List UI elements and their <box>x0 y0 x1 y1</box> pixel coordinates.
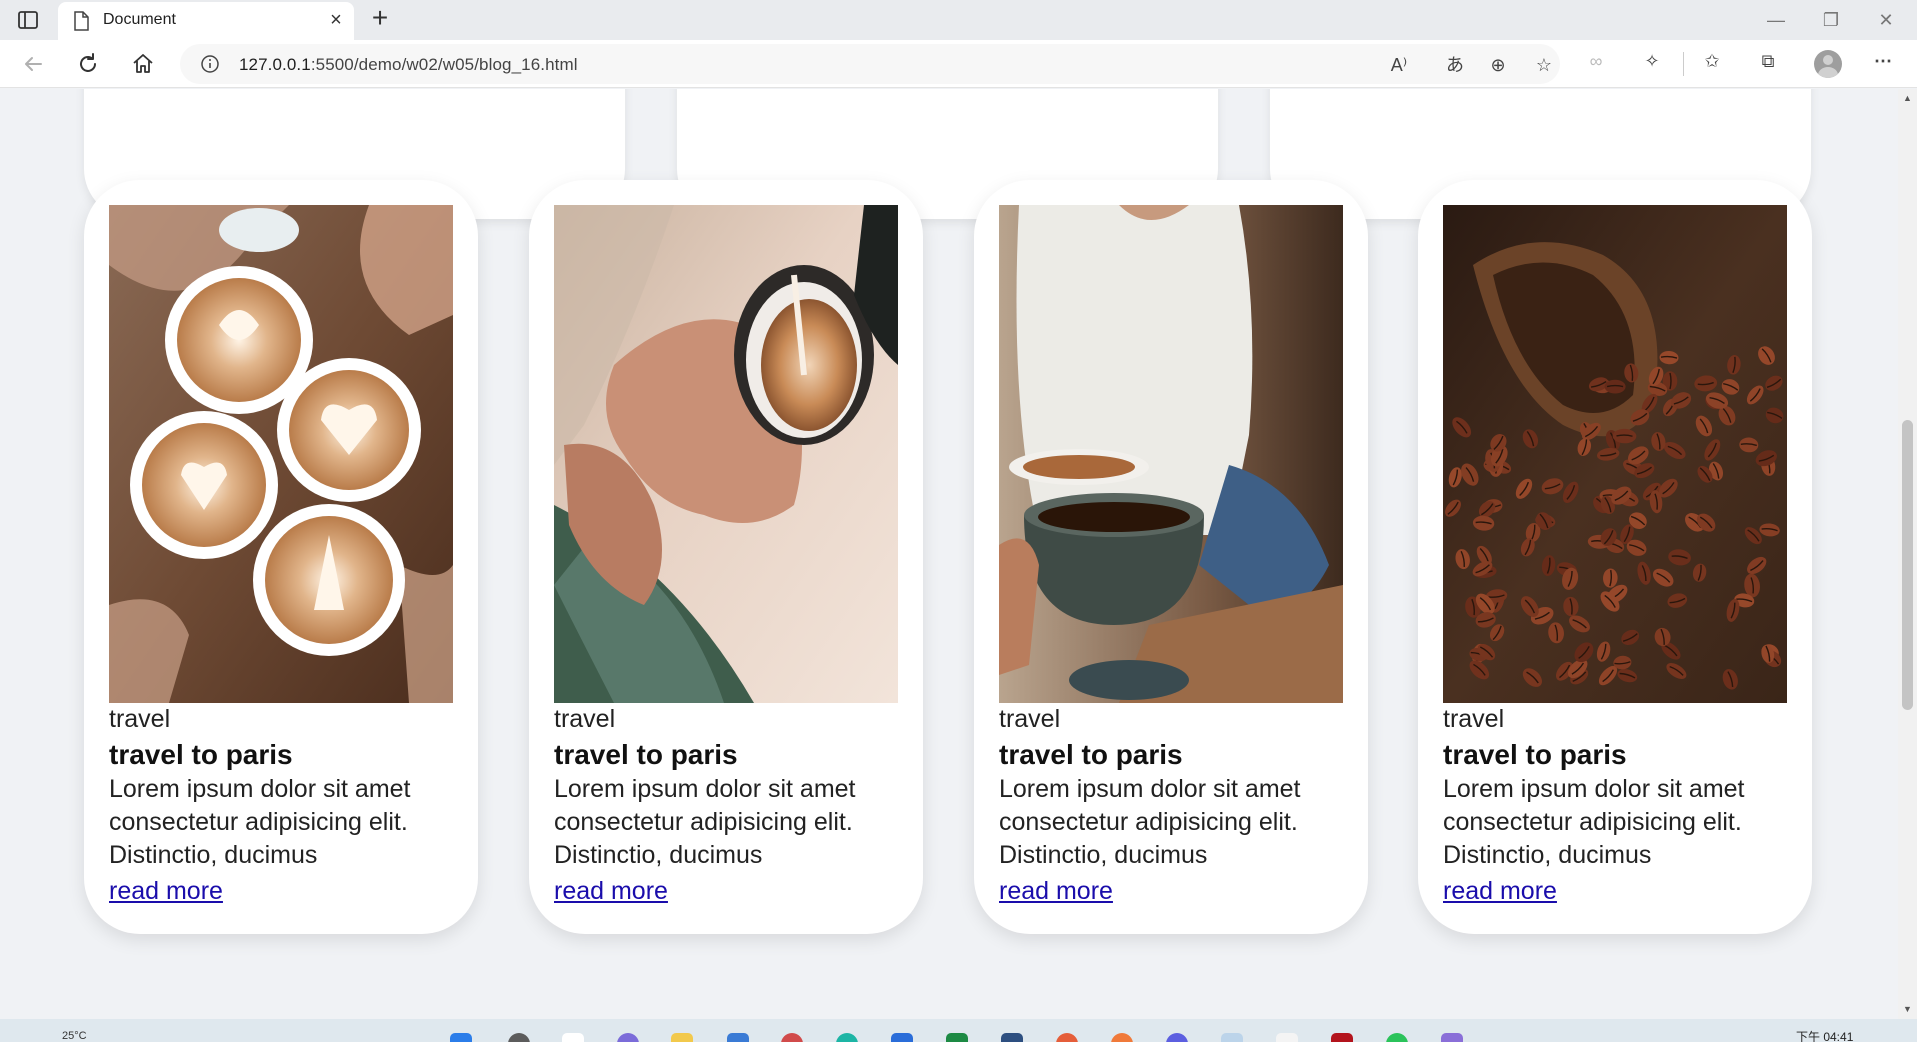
toolbar-separator <box>1683 52 1684 76</box>
app-icon[interactable] <box>1001 1033 1023 1042</box>
window-close-icon[interactable]: ✕ <box>1870 6 1902 34</box>
latte-art-cups-image <box>109 205 453 703</box>
url-host: 127.0.0.1 <box>239 55 311 74</box>
app-icon[interactable] <box>1331 1033 1353 1042</box>
task-view-icon[interactable] <box>562 1033 584 1042</box>
blog-card: travel travel to paris Lorem ipsum dolor… <box>84 180 478 934</box>
scrollbar-thumb[interactable] <box>1902 420 1913 710</box>
card-category: travel <box>109 705 171 733</box>
page-viewport: travel travel to paris Lorem ipsum dolor… <box>0 89 1898 1019</box>
app-icon[interactable] <box>781 1033 803 1042</box>
url-text[interactable]: 127.0.0.1:5500/demo/w02/w05/blog_16.html <box>239 55 578 75</box>
restore-icon[interactable]: ❐ <box>1815 6 1847 34</box>
browser-tab[interactable]: Document × <box>58 2 354 40</box>
extensions-icon[interactable]: ✧ <box>1640 49 1664 73</box>
profile-avatar[interactable] <box>1814 50 1842 78</box>
minimize-icon[interactable]: — <box>1760 6 1792 34</box>
card-description: Lorem ipsum dolor sit amet consectetur a… <box>999 775 1301 869</box>
excel-icon[interactable] <box>946 1033 968 1042</box>
close-tab-icon[interactable]: × <box>326 10 346 30</box>
more-menu-icon[interactable]: ⋯ <box>1871 49 1895 73</box>
app-icon[interactable] <box>1386 1033 1408 1042</box>
card-description: Lorem ipsum dolor sit amet consectetur a… <box>554 775 856 869</box>
card-title: travel to paris <box>1443 739 1627 770</box>
system-clock[interactable]: 下午 04:41 <box>1796 1028 1853 1042</box>
read-more-link[interactable]: read more <box>1443 877 1557 906</box>
back-icon[interactable] <box>18 50 48 78</box>
app-icon[interactable] <box>1166 1033 1188 1042</box>
collections-icon[interactable]: ⧉ <box>1756 49 1780 73</box>
vertical-scrollbar[interactable]: ▲ ▼ <box>1898 89 1917 1019</box>
card-title: travel to paris <box>554 739 738 770</box>
favorites-icon[interactable]: ✩ <box>1700 49 1724 73</box>
coffee-beans-image <box>1443 205 1787 703</box>
vscode-icon[interactable] <box>891 1033 913 1042</box>
blog-card: travel travel to paris Lorem ipsum dolor… <box>1418 180 1812 934</box>
app-icon[interactable] <box>1111 1033 1133 1042</box>
scroll-up-arrow-icon[interactable]: ▲ <box>1903 93 1912 103</box>
tab-title: Document <box>103 11 176 28</box>
scroll-down-arrow-icon[interactable]: ▼ <box>1903 1004 1912 1014</box>
address-bar[interactable]: 127.0.0.1:5500/demo/w02/w05/blog_16.html… <box>180 44 1560 84</box>
card-description: Lorem ipsum dolor sit amet consectetur a… <box>109 775 411 869</box>
chat-icon[interactable] <box>617 1033 639 1042</box>
site-info-icon[interactable] <box>200 54 220 74</box>
read-aloud-icon[interactable]: A⁾ <box>1387 53 1411 77</box>
card-category: travel <box>999 705 1061 733</box>
card-title: travel to paris <box>109 739 293 770</box>
card-title: travel to paris <box>999 739 1183 770</box>
document-icon <box>72 11 90 31</box>
start-icon[interactable] <box>450 1033 472 1042</box>
tab-strip: Document × + — ❐ ✕ <box>0 0 1917 40</box>
file-explorer-icon[interactable] <box>671 1033 693 1042</box>
weather-widget[interactable]: 25°C <box>62 1030 87 1042</box>
os-taskbar: 25°C 下午 04:41 <box>0 1019 1917 1042</box>
pouring-milk-coffee-image <box>554 205 898 703</box>
new-tab-button[interactable]: + <box>366 4 394 33</box>
man-holding-coffee-cup-image <box>999 205 1343 703</box>
browser-toolbar: 127.0.0.1:5500/demo/w02/w05/blog_16.html… <box>0 40 1917 88</box>
zoom-icon[interactable]: ⊕ <box>1486 53 1510 77</box>
translate-icon[interactable]: あ <box>1443 53 1467 77</box>
app-icon[interactable] <box>1276 1033 1298 1042</box>
read-more-link[interactable]: read more <box>109 877 223 906</box>
copilot-icon[interactable]: ∞ <box>1584 49 1608 73</box>
card-description: Lorem ipsum dolor sit amet consectetur a… <box>1443 775 1745 869</box>
edge-icon[interactable] <box>836 1033 858 1042</box>
search-icon[interactable] <box>508 1033 530 1042</box>
home-icon[interactable] <box>128 50 158 78</box>
url-path: :5500/demo/w02/w05/blog_16.html <box>310 55 578 74</box>
card-category: travel <box>1443 705 1505 733</box>
add-favorite-icon[interactable]: ☆ <box>1532 53 1556 77</box>
blog-card: travel travel to paris Lorem ipsum dolor… <box>974 180 1368 934</box>
read-more-link[interactable]: read more <box>554 877 668 906</box>
tab-actions-icon[interactable] <box>16 9 40 31</box>
read-more-link[interactable]: read more <box>999 877 1113 906</box>
app-icon[interactable] <box>1221 1033 1243 1042</box>
app-icon[interactable] <box>1056 1033 1078 1042</box>
blog-card: travel travel to paris Lorem ipsum dolor… <box>529 180 923 934</box>
refresh-icon[interactable] <box>73 50 103 78</box>
mail-icon[interactable] <box>727 1033 749 1042</box>
app-icon[interactable] <box>1441 1033 1463 1042</box>
card-category: travel <box>554 705 616 733</box>
